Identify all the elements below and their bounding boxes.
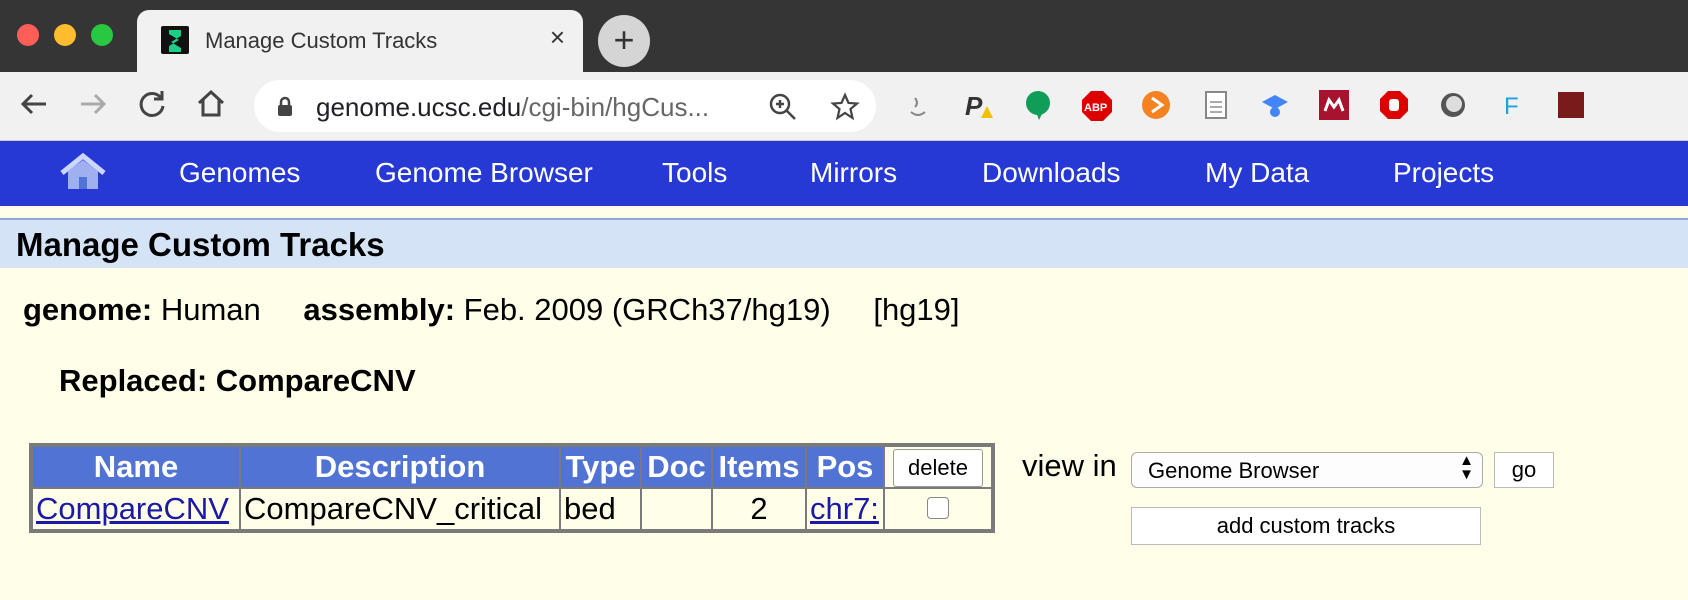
table-row: CompareCNV CompareCNV_critical bed 2 chr… bbox=[33, 489, 991, 529]
reload-icon[interactable] bbox=[134, 86, 170, 122]
custom-tracks-table: Name Description Type Doc Items Pos dele… bbox=[29, 443, 995, 533]
hangouts-extension-icon[interactable] bbox=[1023, 90, 1053, 120]
column-header-description: Description bbox=[241, 447, 559, 487]
replaced-label: Replaced: bbox=[59, 363, 208, 398]
site-nav-bar: Genomes Genome Browser Tools Mirrors Dow… bbox=[0, 141, 1688, 206]
dark-extension-icon[interactable] bbox=[1556, 90, 1586, 120]
play-extension-icon[interactable] bbox=[1141, 90, 1171, 120]
scholar-extension-icon[interactable] bbox=[1260, 90, 1290, 120]
java-extension-icon[interactable] bbox=[903, 90, 933, 120]
nav-projects[interactable]: Projects bbox=[1393, 157, 1494, 189]
home-icon[interactable] bbox=[58, 153, 108, 193]
table-header-row: Name Description Type Doc Items Pos dele… bbox=[33, 447, 991, 487]
document-extension-icon[interactable] bbox=[1201, 90, 1231, 120]
track-description: CompareCNV_critical bbox=[241, 489, 559, 529]
nav-mirrors[interactable]: Mirrors bbox=[810, 157, 897, 189]
track-name-cell: CompareCNV bbox=[33, 489, 239, 529]
go-button[interactable]: go bbox=[1494, 452, 1554, 488]
view-in-select[interactable]: Genome Browser ▲ ▼ bbox=[1131, 452, 1483, 488]
svg-text:ABP: ABP bbox=[1084, 102, 1107, 114]
browser-tab[interactable]: Manage Custom Tracks × bbox=[137, 10, 583, 72]
database-name: [hg19] bbox=[873, 292, 960, 327]
genome-label: genome: bbox=[23, 292, 153, 327]
back-arrow-icon[interactable] bbox=[16, 86, 52, 122]
add-custom-tracks-button[interactable]: add custom tracks bbox=[1131, 507, 1481, 545]
svg-text:P: P bbox=[965, 91, 983, 120]
nav-genomes[interactable]: Genomes bbox=[179, 157, 300, 189]
forward-arrow-icon[interactable] bbox=[75, 86, 111, 122]
browser-tab-bar: Manage Custom Tracks × + bbox=[0, 0, 1688, 72]
track-doc bbox=[642, 489, 711, 529]
delete-button[interactable]: delete bbox=[893, 449, 983, 487]
replaced-value: CompareCNV bbox=[215, 363, 416, 398]
track-items: 2 bbox=[713, 489, 805, 529]
column-header-type: Type bbox=[561, 447, 640, 487]
tab-title: Manage Custom Tracks bbox=[205, 28, 438, 53]
view-in-select-value: Genome Browser bbox=[1148, 458, 1320, 483]
genome-info: genome: Human assembly: Feb. 2009 (GRCh3… bbox=[23, 292, 960, 328]
circle-extension-icon[interactable] bbox=[1438, 90, 1468, 120]
adblock-extension-icon[interactable]: ABP bbox=[1081, 90, 1112, 121]
track-name-link[interactable]: CompareCNV bbox=[36, 491, 229, 526]
svg-text:F: F bbox=[1504, 93, 1519, 120]
track-pos-link[interactable]: chr7: bbox=[810, 491, 879, 526]
url-text: genome.ucsc.edu/cgi-bin/hgCus... bbox=[316, 92, 710, 122]
address-bar[interactable]: genome.ucsc.edu/cgi-bin/hgCus... bbox=[254, 80, 876, 132]
nav-downloads[interactable]: Downloads bbox=[982, 157, 1121, 189]
page-title-bar: Manage Custom Tracks bbox=[0, 218, 1688, 268]
nav-genome-browser[interactable]: Genome Browser bbox=[375, 157, 593, 189]
delete-checkbox-cell bbox=[885, 489, 991, 529]
view-in-label: view in bbox=[1022, 448, 1117, 483]
track-pos-cell: chr7: bbox=[807, 489, 883, 529]
select-arrows-icon: ▲ ▼ bbox=[1459, 452, 1474, 483]
bookmark-star-icon[interactable] bbox=[830, 92, 860, 122]
nav-my-data[interactable]: My Data bbox=[1205, 157, 1309, 189]
column-header-items: Items bbox=[713, 447, 805, 487]
lock-icon bbox=[278, 96, 292, 116]
page-title: Manage Custom Tracks bbox=[16, 226, 385, 263]
tab-close-icon[interactable]: × bbox=[550, 24, 565, 50]
nav-tools[interactable]: Tools bbox=[662, 157, 727, 189]
genome-value: Human bbox=[160, 292, 261, 327]
mendeley-extension-icon[interactable] bbox=[1319, 90, 1349, 120]
ucsc-favicon-icon bbox=[161, 26, 189, 54]
paypal-extension-icon[interactable]: P bbox=[963, 90, 993, 121]
minimize-window-button[interactable] bbox=[54, 24, 76, 46]
assembly-label: assembly: bbox=[303, 292, 456, 327]
assembly-value: Feb. 2009 (GRCh37/hg19) bbox=[463, 292, 831, 327]
column-header-doc: Doc bbox=[642, 447, 711, 487]
stop-hand-extension-icon[interactable] bbox=[1379, 90, 1409, 120]
f-extension-icon[interactable]: F bbox=[1498, 90, 1528, 120]
column-header-pos: Pos bbox=[807, 447, 883, 487]
delete-checkbox[interactable] bbox=[927, 497, 949, 519]
new-tab-button[interactable]: + bbox=[598, 15, 650, 67]
column-header-name: Name bbox=[33, 447, 239, 487]
replaced-message: Replaced: CompareCNV bbox=[59, 363, 416, 399]
column-header-delete: delete bbox=[885, 447, 991, 487]
track-type: bed bbox=[561, 489, 640, 529]
home-icon[interactable] bbox=[193, 86, 229, 122]
zoom-icon[interactable] bbox=[768, 92, 798, 122]
maximize-window-button[interactable] bbox=[91, 24, 113, 46]
browser-toolbar: genome.ucsc.edu/cgi-bin/hgCus... P ABP F bbox=[0, 72, 1688, 141]
close-window-button[interactable] bbox=[17, 24, 39, 46]
